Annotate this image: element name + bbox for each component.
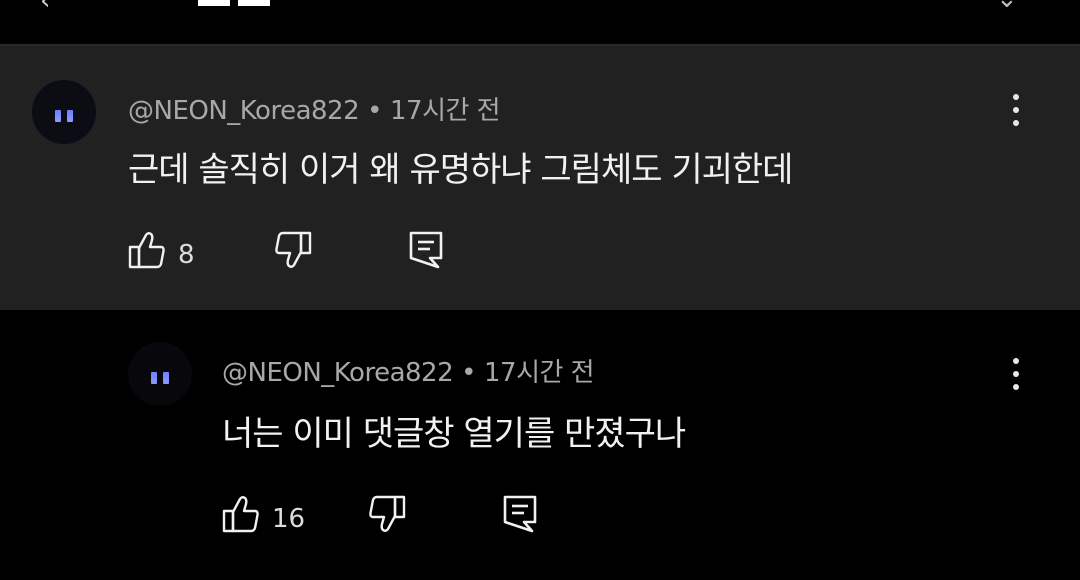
like-button[interactable] — [222, 494, 260, 534]
reply-button[interactable] — [502, 494, 538, 534]
like-count: 8 — [178, 240, 195, 270]
avatar-eye-left — [55, 110, 61, 122]
comment-time[interactable]: 17시간 전 — [484, 358, 595, 388]
comment-highlighted: @NEON_Korea822 • 17시간 전 근데 솔직히 이거 왜 유명하냐 그… — [0, 46, 1080, 310]
top-bar: ‹ ⌄ — [0, 0, 1080, 46]
comment-author[interactable]: @NEON_Korea822 — [222, 358, 454, 388]
avatar[interactable] — [128, 342, 192, 406]
avatar-eye-right — [163, 372, 169, 384]
comment-text: 너는 이미 댓글창 열기를 만졌구나 — [222, 414, 686, 454]
comment-meta: @NEON_Korea822 • 17시간 전 — [222, 352, 595, 389]
comment-time[interactable]: 17시간 전 — [390, 96, 501, 126]
thumbs-up-icon — [128, 232, 165, 269]
avatar-eye-left — [151, 372, 157, 384]
reply-icon — [503, 495, 537, 533]
meta-separator: • — [367, 96, 382, 126]
header-more-icon[interactable]: ⌄ — [996, 0, 1018, 14]
dislike-button[interactable] — [368, 494, 406, 534]
comment-author[interactable]: @NEON_Korea822 — [128, 96, 360, 126]
thumbs-down-icon — [369, 495, 406, 532]
thumbs-down-icon — [275, 231, 312, 268]
header-title-glyphs — [198, 0, 270, 6]
comment-meta: @NEON_Korea822 • 17시간 전 — [128, 90, 501, 127]
title-glyph-fragment — [198, 0, 230, 6]
avatar-eye-right — [67, 110, 73, 122]
dislike-button[interactable] — [274, 230, 312, 270]
thumbs-up-icon — [222, 496, 259, 533]
comment-reply: @NEON_Korea822 • 17시간 전 너는 이미 댓글창 열기를 만졌구나… — [0, 310, 1080, 580]
more-vertical-icon[interactable] — [1004, 358, 1028, 390]
reply-button[interactable] — [408, 230, 444, 270]
more-vertical-icon[interactable] — [1004, 94, 1028, 126]
comment-text: 근데 솔직히 이거 왜 유명하냐 그림체도 기괴한데 — [128, 150, 793, 190]
back-arrow-icon[interactable]: ‹ — [40, 0, 50, 16]
meta-separator: • — [461, 358, 476, 388]
like-button[interactable] — [128, 230, 166, 270]
avatar[interactable] — [32, 80, 96, 144]
reply-icon — [409, 231, 443, 269]
title-glyph-fragment — [238, 0, 270, 6]
like-count: 16 — [272, 504, 306, 534]
